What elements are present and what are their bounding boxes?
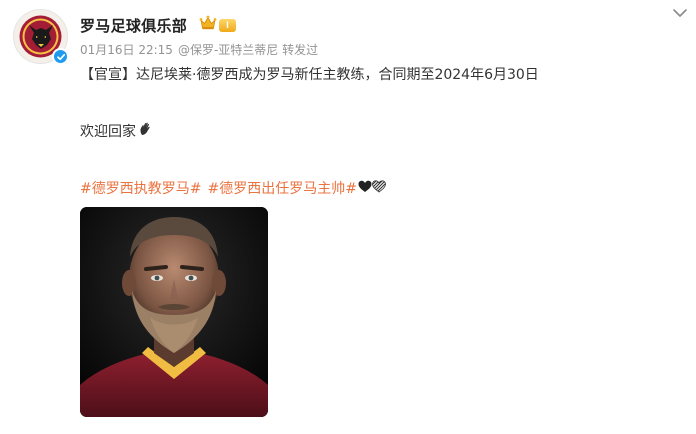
post-meta: 01月16日 22:15 @保罗-亚特兰蒂尼 转发过: [80, 41, 318, 58]
verified-check-icon: [52, 48, 69, 65]
repost-source[interactable]: @保罗-亚特兰蒂尼 转发过: [178, 41, 318, 58]
black-heart-icon: [358, 180, 372, 197]
welcome-text: 欢迎回家: [80, 124, 136, 140]
account-name[interactable]: 罗马足球俱乐部: [80, 15, 187, 36]
weibo-post: 罗马足球俱乐部 I 01月16日 22:15 @保罗-亚特兰蒂尼 转发过 【官宣…: [0, 0, 696, 434]
post-text-welcome: 欢迎回家: [80, 121, 154, 141]
striped-heart-icon: [372, 179, 386, 197]
post-text-announcement: 【官宣】达尼埃莱·德罗西成为罗马新任主教练，合同期至2024年6月30日: [80, 67, 539, 83]
vip-crown-icon: [199, 15, 217, 35]
vip-badge[interactable]: I: [199, 15, 236, 35]
chevron-down-icon[interactable]: [672, 4, 688, 17]
post-image[interactable]: [80, 207, 268, 417]
post-topics: #德罗西执教罗马# #德罗西出任罗马主帅#: [80, 178, 386, 198]
waving-hand-icon: [138, 121, 154, 141]
post-timestamp[interactable]: 01月16日 22:15: [80, 41, 173, 58]
avatar[interactable]: [13, 9, 69, 65]
topic-link-2[interactable]: #德罗西出任罗马主帅#: [207, 178, 356, 198]
topic-link-1[interactable]: #德罗西执教罗马#: [80, 178, 201, 198]
vip-level: I: [219, 18, 236, 32]
